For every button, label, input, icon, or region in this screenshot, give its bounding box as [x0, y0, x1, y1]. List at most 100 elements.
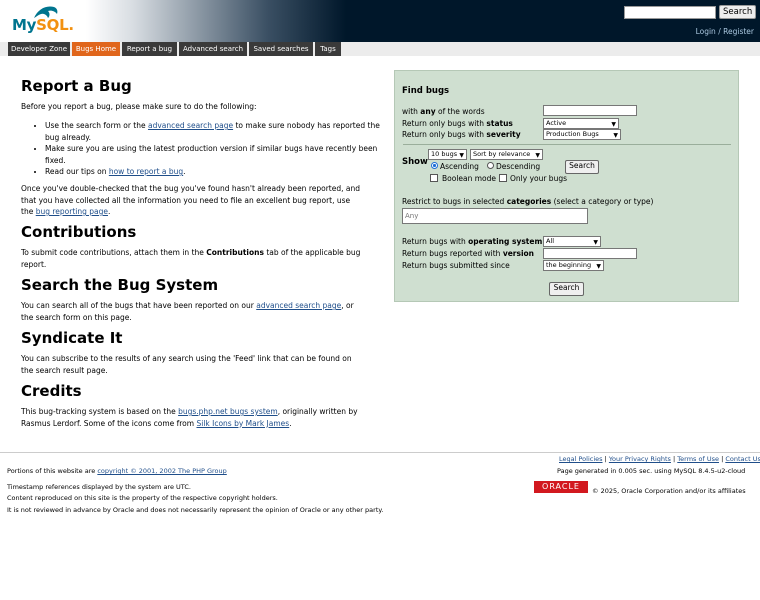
show-count-select[interactable]: 10 bugs ▼: [428, 149, 467, 160]
since-select[interactable]: the beginning ▼: [543, 260, 604, 271]
footer-separator: |: [604, 455, 607, 463]
main-nav: Developer Zone Bugs Home Report a bug Ad…: [0, 42, 760, 56]
legal-policies-link[interactable]: Legal Policies: [559, 455, 603, 463]
terms-of-use-link[interactable]: Terms of Use: [677, 455, 719, 463]
header-search-button[interactable]: Search: [719, 5, 757, 19]
list-item: Use the search form or the advanced sear…: [45, 120, 390, 143]
silk-icons-link[interactable]: Silk Icons by Mark James: [196, 419, 289, 428]
descending-radio[interactable]: [487, 162, 494, 169]
find-search-button[interactable]: Search: [565, 160, 599, 174]
contributions-heading: Contributions: [21, 223, 137, 241]
tab-advanced-search[interactable]: Advanced search: [179, 42, 247, 56]
tab-developer-zone[interactable]: Developer Zone: [8, 42, 70, 56]
since-selected-value: the beginning: [546, 261, 592, 269]
version-input[interactable]: [543, 248, 637, 259]
page-generated-text: Page generated in 0.005 sec. using MySQL…: [557, 467, 746, 475]
boolean-mode-checkbox[interactable]: [430, 174, 438, 182]
chevron-down-icon: ▼: [535, 152, 540, 159]
words-label: with any of the words: [402, 107, 485, 116]
chevron-down-icon: ▼: [593, 239, 598, 246]
bugs-php-link[interactable]: bugs.php.net bugs system: [178, 407, 278, 416]
ascending-radio[interactable]: [431, 162, 438, 169]
status-selected-value: Active: [546, 119, 567, 127]
site-header: MySQL. Search Login / Register: [0, 0, 760, 42]
bullet-text: Read our tips on: [45, 167, 109, 176]
tab-saved-searches[interactable]: Saved searches: [249, 42, 313, 56]
syndicate-heading: Syndicate It: [21, 329, 123, 347]
words-label-post: of the words: [435, 107, 485, 116]
header-search-input[interactable]: [624, 6, 716, 19]
tab-tags[interactable]: Tags: [315, 42, 341, 56]
version-label-pre: Return bugs reported with: [402, 249, 503, 258]
sort-value: Sort by relevance: [473, 150, 531, 158]
report-closing: Once you've double-checked that the bug …: [21, 183, 361, 218]
category-input[interactable]: [402, 208, 588, 224]
credits-text: This bug-tracking system is based on the…: [21, 406, 361, 429]
contrib-text: To submit code contributions, attach the…: [21, 248, 207, 257]
header-gradient: [86, 0, 346, 42]
mysql-logo[interactable]: MySQL.: [12, 16, 74, 34]
show-label: Show: [402, 157, 428, 167]
status-select[interactable]: Active ▼: [543, 118, 619, 129]
search-text: You can search all of the bugs that have…: [21, 300, 361, 323]
tab-report-a-bug[interactable]: Report a bug: [122, 42, 177, 56]
report-intro: Before you report a bug, please make sur…: [21, 102, 257, 111]
logo-part-my: My: [12, 16, 37, 34]
bug-reporting-page-link[interactable]: bug reporting page: [36, 207, 108, 216]
severity-select[interactable]: Production Bugs ▼: [543, 129, 621, 140]
footer-links: Legal Policies | Your Privacy Rights | T…: [559, 455, 760, 463]
restrict-label-bold: categories: [506, 197, 552, 206]
login-register-links: Login / Register: [696, 27, 754, 36]
not-reviewed-note: It is not reviewed in advance by Oracle …: [7, 506, 384, 514]
words-label-bold: any: [420, 107, 436, 116]
list-item: Make sure you are using the latest produ…: [45, 143, 390, 166]
contrib-bold: Contributions: [206, 248, 264, 257]
sort-select[interactable]: Sort by relevance ▼: [470, 149, 543, 160]
logo-part-sql: SQL: [36, 16, 69, 34]
how-to-report-link[interactable]: how to report a bug: [109, 167, 183, 176]
chevron-down-icon: ▼: [596, 263, 601, 270]
panel-divider: [403, 144, 731, 145]
credits-text-end: .: [289, 418, 292, 428]
oracle-logo[interactable]: ORACLE: [534, 481, 588, 493]
status-label-pre: Return only bugs with: [402, 119, 487, 128]
severity-selected-value: Production Bugs: [546, 130, 599, 138]
chevron-down-icon: ▼: [459, 152, 464, 159]
advanced-search-link[interactable]: advanced search page: [148, 121, 233, 130]
os-label-bold: operating system: [468, 237, 543, 246]
find-bugs-title: Find bugs: [402, 86, 450, 96]
severity-label-pre: Return only bugs with: [402, 130, 487, 139]
restrict-label-post: (select a category or type): [551, 197, 654, 206]
os-label: Return bugs with operating system: [402, 237, 542, 246]
status-label-bold: status: [486, 119, 513, 128]
bullet-text: Use the search form or the: [45, 121, 149, 130]
restrict-label: Restrict to bugs in selected categories …: [402, 197, 653, 206]
credits-text-start: This bug-tracking system is based on the: [21, 407, 179, 416]
list-item: Read our tips on how to report a bug.: [45, 166, 390, 178]
chevron-down-icon: ▼: [613, 132, 618, 139]
advanced-search-page-link[interactable]: advanced search page: [256, 301, 341, 310]
footer-separator: |: [673, 455, 676, 463]
bullet-text: .: [183, 167, 186, 176]
credits-heading: Credits: [21, 382, 82, 400]
severity-label: Return only bugs with severity: [402, 130, 521, 139]
contact-us-link[interactable]: Contact Us: [725, 455, 760, 463]
footer-separator: |: [721, 455, 724, 463]
words-input[interactable]: [543, 105, 637, 116]
login-separator: /: [718, 27, 721, 36]
privacy-rights-link[interactable]: Your Privacy Rights: [609, 455, 671, 463]
tab-bugs-home[interactable]: Bugs Home: [72, 42, 120, 56]
bottom-search-button[interactable]: Search: [549, 282, 584, 296]
login-link[interactable]: Login: [696, 27, 716, 36]
register-link[interactable]: Register: [723, 27, 754, 36]
os-label-pre: Return bugs with: [402, 237, 469, 246]
find-bugs-panel: Find bugs with any of the words Return o…: [394, 70, 739, 302]
only-your-bugs-checkbox[interactable]: [499, 174, 507, 182]
search-text-start: You can search all of the bugs that have…: [21, 301, 257, 310]
search-bug-system-heading: Search the Bug System: [21, 276, 219, 294]
footer-divider: [0, 452, 760, 453]
php-group-copyright-link[interactable]: copyright © 2001, 2002 The PHP Group: [97, 467, 226, 475]
report-checklist: Use the search form or the advanced sear…: [21, 120, 390, 178]
contributions-text: To submit code contributions, attach the…: [21, 247, 361, 270]
os-select[interactable]: All ▼: [543, 236, 601, 247]
